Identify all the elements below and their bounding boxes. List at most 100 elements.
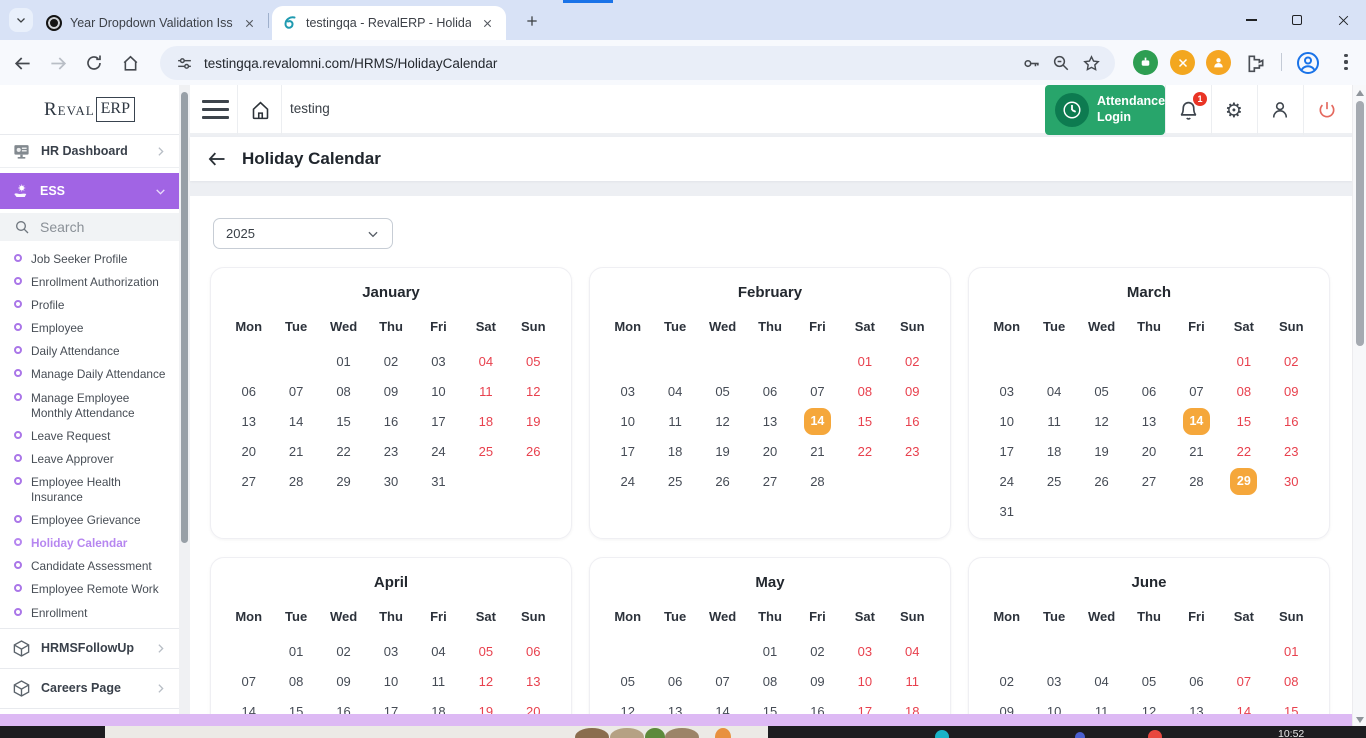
sidebar-item-candidate-assessment[interactable]: Candidate Assessment xyxy=(0,555,179,578)
calendar-date[interactable]: 21 xyxy=(794,444,841,459)
browser-tab-active[interactable]: testingqa - RevalERP - Holiday C xyxy=(272,6,506,40)
calendar-date[interactable]: 05 xyxy=(1125,674,1172,689)
calendar-date[interactable]: 14 xyxy=(225,704,272,715)
calendar-date[interactable]: 12 xyxy=(699,414,746,429)
calendar-date[interactable]: 25 xyxy=(651,474,698,489)
calendar-date[interactable]: 11 xyxy=(1078,704,1125,715)
calendar-date[interactable]: 03 xyxy=(983,384,1030,399)
calendar-date[interactable]: 11 xyxy=(889,674,936,689)
calendar-date[interactable]: 16 xyxy=(320,704,367,715)
calendar-date[interactable]: 07 xyxy=(272,384,319,399)
page-back-button[interactable] xyxy=(206,148,228,170)
profile-avatar[interactable] xyxy=(1295,50,1320,75)
calendar-date[interactable]: 07 xyxy=(225,674,272,689)
calendar-date[interactable]: 19 xyxy=(462,704,509,715)
calendar-date[interactable]: 20 xyxy=(510,704,557,715)
calendar-date[interactable]: 09 xyxy=(367,384,414,399)
close-window-button[interactable] xyxy=(1320,0,1366,40)
calendar-date[interactable]: 10 xyxy=(415,384,462,399)
maximize-button[interactable] xyxy=(1274,0,1320,40)
calendar-date[interactable]: 10 xyxy=(983,414,1030,429)
logout-button[interactable] xyxy=(1315,98,1339,122)
calendar-date[interactable]: 03 xyxy=(841,644,888,659)
calendar-date[interactable]: 31 xyxy=(415,474,462,489)
calendar-date[interactable]: 17 xyxy=(983,444,1030,459)
calendar-date[interactable]: 12 xyxy=(1125,704,1172,715)
calendar-date[interactable]: 02 xyxy=(983,674,1030,689)
calendar-date[interactable]: 20 xyxy=(225,444,272,459)
calendar-date[interactable]: 28 xyxy=(272,474,319,489)
calendar-date[interactable]: 18 xyxy=(651,444,698,459)
calendar-date[interactable]: 03 xyxy=(1030,674,1077,689)
calendar-date[interactable]: 09 xyxy=(1268,384,1315,399)
calendar-date[interactable]: 02 xyxy=(889,354,936,369)
sidebar-item-enrollment[interactable]: Enrollment xyxy=(0,602,179,625)
calendar-date[interactable]: 10 xyxy=(1030,704,1077,715)
calendar-date[interactable]: 09 xyxy=(889,384,936,399)
calendar-date[interactable]: 15 xyxy=(320,414,367,429)
calendar-date[interactable]: 23 xyxy=(1268,444,1315,459)
calendar-date[interactable]: 03 xyxy=(367,644,414,659)
address-bar[interactable]: testingqa.revalomni.com/HRMS/HolidayCale… xyxy=(160,46,1115,80)
horizontal-scrollbar[interactable] xyxy=(0,714,1352,726)
new-tab-button[interactable] xyxy=(520,9,544,33)
calendar-date[interactable]: 16 xyxy=(794,704,841,715)
calendar-date[interactable]: 24 xyxy=(983,474,1030,489)
scroll-up-arrow-icon[interactable] xyxy=(1356,90,1364,96)
sidebar-search[interactable] xyxy=(0,213,179,241)
calendar-date[interactable]: 08 xyxy=(746,674,793,689)
password-key-icon[interactable] xyxy=(1021,53,1041,73)
calendar-date[interactable]: 02 xyxy=(320,644,367,659)
calendar-date[interactable]: 10 xyxy=(604,414,651,429)
calendar-date[interactable]: 07 xyxy=(1173,384,1220,399)
calendar-date[interactable]: 13 xyxy=(225,414,272,429)
page-scrollbar[interactable] xyxy=(1352,85,1366,726)
calendar-date[interactable]: 20 xyxy=(1125,444,1172,459)
calendar-date[interactable]: 27 xyxy=(225,474,272,489)
calendar-date[interactable]: 14 xyxy=(1173,408,1220,435)
taskbar-app-icon[interactable] xyxy=(1075,732,1085,738)
sidebar-item-hrmsfollowup[interactable]: HRMSFollowUp xyxy=(0,628,179,668)
calendar-date[interactable]: 22 xyxy=(841,444,888,459)
calendar-date[interactable]: 25 xyxy=(462,444,509,459)
sidebar-item-job-seeker-profile[interactable]: Job Seeker Profile xyxy=(0,248,179,271)
calendar-date[interactable]: 21 xyxy=(1173,444,1220,459)
calendar-date[interactable]: 03 xyxy=(415,354,462,369)
taskbar-window-preview[interactable] xyxy=(105,726,768,738)
minimize-button[interactable] xyxy=(1228,0,1274,40)
calendar-date[interactable]: 09 xyxy=(983,704,1030,715)
sidebar-item-holiday-calendar[interactable]: Holiday Calendar xyxy=(0,532,179,555)
calendar-date[interactable]: 02 xyxy=(367,354,414,369)
bookmark-star-icon[interactable] xyxy=(1081,53,1101,73)
calendar-date[interactable]: 05 xyxy=(1078,384,1125,399)
sidebar-item-manage-daily-attendance[interactable]: Manage Daily Attendance xyxy=(0,363,179,386)
calendar-date[interactable]: 07 xyxy=(699,674,746,689)
calendar-date[interactable]: 18 xyxy=(462,414,509,429)
calendar-date[interactable]: 16 xyxy=(1268,414,1315,429)
sidebar-scrollbar-thumb[interactable] xyxy=(181,92,188,543)
calendar-date[interactable]: 25 xyxy=(1030,474,1077,489)
calendar-date[interactable]: 18 xyxy=(1030,444,1077,459)
tab-search-button[interactable] xyxy=(9,8,33,32)
calendar-date[interactable]: 13 xyxy=(746,414,793,429)
settings-button[interactable]: ⚙ xyxy=(1222,98,1246,122)
calendar-date[interactable]: 29 xyxy=(320,474,367,489)
calendar-date[interactable]: 04 xyxy=(1078,674,1125,689)
notifications-button[interactable]: 1 xyxy=(1176,98,1200,122)
calendar-date[interactable]: 16 xyxy=(889,414,936,429)
page-scrollbar-thumb[interactable] xyxy=(1356,101,1364,346)
calendar-date[interactable]: 14 xyxy=(794,408,841,435)
url-text[interactable]: testingqa.revalomni.com/HRMS/HolidayCale… xyxy=(204,56,1011,71)
sidebar-item-employee-health-insurance[interactable]: Employee Health Insurance xyxy=(0,471,179,509)
calendar-date[interactable]: 06 xyxy=(1173,674,1220,689)
calendar-date[interactable]: 19 xyxy=(699,444,746,459)
calendar-date[interactable]: 17 xyxy=(415,414,462,429)
calendar-date[interactable]: 04 xyxy=(415,644,462,659)
back-button[interactable] xyxy=(10,51,34,75)
scroll-down-arrow-icon[interactable] xyxy=(1356,717,1364,723)
attendance-login-button[interactable]: Attendance Login xyxy=(1045,85,1165,135)
calendar-date[interactable]: 14 xyxy=(272,414,319,429)
calendar-date[interactable]: 12 xyxy=(462,674,509,689)
hamburger-menu-icon[interactable] xyxy=(202,100,229,119)
calendar-date[interactable]: 15 xyxy=(272,704,319,715)
